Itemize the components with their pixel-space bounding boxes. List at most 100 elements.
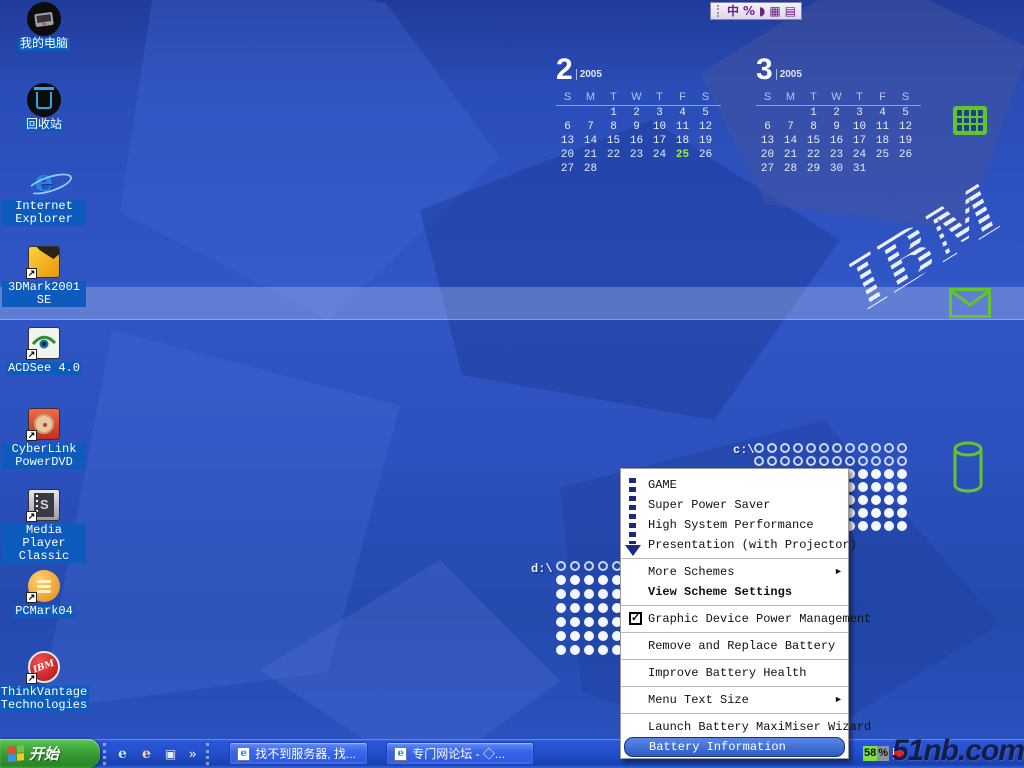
desktop-icon-powerdvd[interactable]: ↗ CyberLink PowerDVD bbox=[2, 407, 86, 488]
submenu-arrow-icon: ► bbox=[836, 690, 841, 710]
weekday-label: T bbox=[648, 91, 671, 103]
calendar-day: 20 bbox=[756, 148, 779, 162]
calendar-february: 2 2005 SMTWTFS 1234567891011121314151617… bbox=[556, 55, 721, 176]
quick-launch-grip[interactable] bbox=[103, 743, 107, 765]
menu-item-menu-text-size[interactable]: Menu Text Size ► bbox=[621, 690, 848, 710]
desktop-icon-recycle-bin[interactable]: 回收站 bbox=[2, 83, 86, 164]
calendar-day: 12 bbox=[894, 120, 917, 134]
battery-meter-tray-icon[interactable]: 58 % bbox=[863, 746, 889, 761]
disk-usage-dot bbox=[556, 575, 566, 585]
pcmark-icon: ↗ bbox=[26, 569, 62, 603]
language-bar-grip[interactable] bbox=[717, 5, 720, 17]
disk-usage-dot bbox=[570, 575, 580, 585]
calendar-day: 24 bbox=[848, 148, 871, 162]
calendar-day: 29 bbox=[802, 162, 825, 176]
desktop-icon-media-player-classic[interactable]: ↗ Media Player Classic bbox=[2, 488, 86, 569]
disk-usage-dot bbox=[845, 456, 855, 466]
calendar-day: 15 bbox=[602, 134, 625, 148]
tray-red-icon[interactable] bbox=[893, 748, 904, 759]
menu-item-improve-battery-health[interactable]: Improve Battery Health bbox=[621, 663, 848, 683]
disk-usage-dot bbox=[871, 443, 881, 453]
disk-usage-dot bbox=[584, 631, 594, 641]
menu-separator bbox=[621, 605, 848, 606]
disk-usage-dot bbox=[556, 561, 566, 571]
disk-usage-dot bbox=[871, 521, 881, 531]
menu-item-launch-battery-maximiser-wizard[interactable]: Launch Battery MaxiMiser Wizard bbox=[621, 717, 848, 737]
show-desktop-icon[interactable]: ▣ bbox=[162, 745, 179, 762]
disk-usage-dot bbox=[832, 443, 842, 453]
taskband-grip[interactable] bbox=[206, 743, 210, 765]
taskbar-window-button-forum[interactable]: e 专门网论坛 - ◇... bbox=[386, 742, 534, 765]
calendar-day bbox=[694, 162, 717, 176]
desktop-icon-pcmark04[interactable]: ↗ PCMark04 bbox=[2, 569, 86, 650]
menu-item-view-scheme-settings[interactable]: View Scheme Settings bbox=[621, 582, 848, 602]
desktop[interactable]: 中 % ◗ ▦ ▤ 2 2005 SMTWTFS 123456789101112… bbox=[0, 0, 1024, 768]
menu-item-more-schemes[interactable]: More Schemes ► bbox=[621, 562, 848, 582]
quick-launch-chevron[interactable]: » bbox=[189, 746, 196, 761]
disk-usage-dot bbox=[598, 575, 608, 585]
calendar-day bbox=[648, 162, 671, 176]
menu-item-battery-information[interactable]: Battery Information bbox=[624, 737, 845, 757]
desktop-icon-internet-explorer[interactable]: e Internet Explorer bbox=[2, 164, 86, 245]
powerdvd-disc-icon: ↗ bbox=[26, 407, 62, 441]
calendar-day: 9 bbox=[625, 120, 648, 134]
disk-usage-dot bbox=[871, 469, 881, 479]
battery-percent-value: 58 bbox=[863, 746, 877, 761]
disk-usage-dot bbox=[556, 645, 566, 655]
shortcut-arrow-icon: ↗ bbox=[26, 592, 37, 603]
language-bar[interactable]: 中 % ◗ ▦ ▤ bbox=[710, 2, 802, 20]
disk-usage-dot bbox=[871, 495, 881, 505]
calendar-day: 13 bbox=[756, 134, 779, 148]
disk-usage-dot bbox=[570, 631, 580, 641]
checkbox-checked-icon[interactable]: ✓ bbox=[629, 612, 642, 625]
menu-item-label: Graphic Device Power Management bbox=[648, 612, 871, 626]
desktop-icon-acdsee[interactable]: ↗ ACDSee 4.0 bbox=[2, 326, 86, 407]
menu-item-presentation[interactable]: Presentation (with Projector) bbox=[621, 535, 848, 555]
quick-launch-mail-icon[interactable]: e bbox=[138, 745, 155, 762]
ime-language-icon[interactable]: 中 bbox=[727, 4, 739, 18]
desktop-icon-label: Internet Explorer bbox=[2, 200, 86, 226]
ime-pad-icon[interactable]: ▤ bbox=[785, 4, 796, 18]
system-tray[interactable]: 58 % bbox=[863, 739, 1024, 768]
menu-item-game[interactable]: GAME bbox=[621, 475, 848, 495]
calendar-year: 2005 bbox=[776, 69, 802, 80]
calendar-day: 2 bbox=[625, 106, 648, 120]
disk-usage-dot bbox=[897, 508, 907, 518]
ime-keyboard-icon[interactable]: ▦ bbox=[769, 4, 780, 18]
calendar-day: 14 bbox=[579, 134, 602, 148]
ime-inputstyle-icon[interactable]: % bbox=[743, 4, 755, 18]
disk-usage-dot bbox=[793, 456, 803, 466]
desktop-icon-3dmark2001[interactable]: ↗ 3DMark2001 SE bbox=[2, 245, 86, 326]
weekday-label: S bbox=[894, 91, 917, 103]
calendar-day: 21 bbox=[779, 148, 802, 162]
calendar-day: 18 bbox=[671, 134, 694, 148]
menu-item-super-power-saver[interactable]: Super Power Saver bbox=[621, 495, 848, 515]
calendar-day: 13 bbox=[556, 134, 579, 148]
weekday-label: F bbox=[671, 91, 694, 103]
calendar-day: 21 bbox=[579, 148, 602, 162]
disk-usage-dot bbox=[556, 589, 566, 599]
disk-usage-dot bbox=[845, 443, 855, 453]
menu-separator bbox=[621, 686, 848, 687]
menu-item-remove-and-replace-battery[interactable]: Remove and Replace Battery bbox=[621, 636, 848, 656]
calendar-day: 17 bbox=[848, 134, 871, 148]
disk-usage-dot bbox=[780, 443, 790, 453]
menu-item-graphic-device-power-management[interactable]: ✓ Graphic Device Power Management bbox=[621, 609, 848, 629]
disk-usage-dot bbox=[793, 443, 803, 453]
calendar-day bbox=[556, 106, 579, 120]
calendar-day: 22 bbox=[602, 148, 625, 162]
quick-launch-ie-icon[interactable]: e bbox=[114, 745, 131, 762]
taskbar-window-button-server-not-found[interactable]: e 找不到服务器, 找... bbox=[229, 742, 368, 765]
calendar-day bbox=[871, 162, 894, 176]
start-button[interactable]: 开始 bbox=[0, 739, 100, 768]
menu-item-high-system-performance[interactable]: High System Performance bbox=[621, 515, 848, 535]
disk-usage-dot bbox=[832, 456, 842, 466]
calendar-day: 25 bbox=[671, 148, 694, 162]
desktop-icon-thinkvantage[interactable]: IBM ↗ ThinkVantage Technologies bbox=[2, 650, 86, 731]
desktop-icon-my-computer[interactable]: 我的电脑 bbox=[2, 2, 86, 83]
envelope-icon bbox=[949, 288, 991, 318]
desktop-icon-label: 我的电脑 bbox=[18, 38, 70, 51]
disk-usage-dot bbox=[897, 495, 907, 505]
calendar-day: 11 bbox=[871, 120, 894, 134]
ime-fullwidth-icon[interactable]: ◗ bbox=[759, 4, 765, 18]
